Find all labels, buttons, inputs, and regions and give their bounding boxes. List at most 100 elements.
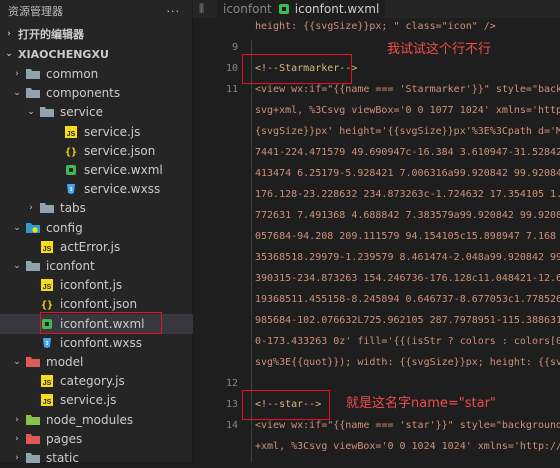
tree-item-label: config [46,220,83,235]
tree-item[interactable]: › static [0,448,204,468]
wxml-file-icon [40,318,54,330]
folder-icon [26,68,40,80]
code-line[interactable]: 12 [193,375,560,393]
svg-text:JS: JS [43,380,52,387]
code-text: <!--star--> [255,399,322,410]
code-text: 772631 7.491368 4.688842 7.383579a99.920… [255,210,560,221]
tree-item-label: iconfont.wxss [60,335,142,350]
tree-item[interactable]: 3 iconfont.wxss [0,333,218,353]
code-text: 057684-94.208 209.111579 94.154105c15.89… [255,231,560,242]
tree-item[interactable]: JS actError.js [0,237,218,257]
tree-item-label: service.js [84,124,141,139]
js-file-icon: JS [40,394,54,407]
svg-text:JS: JS [43,246,52,253]
folder-icon [40,202,54,214]
open-editors-section[interactable]: › 打开的编辑器 [0,24,196,44]
tree-item-label: service.wxss [84,182,161,197]
code-line[interactable]: 10 <!--Starmarker--> [193,60,560,78]
tree-item-label: iconfont.js [60,278,123,293]
project-section[interactable]: ⌄ XIAOCHENGXU [0,44,196,64]
more-actions-icon[interactable]: ··· [167,5,181,18]
tree-item[interactable]: ⌄ iconfont [0,256,204,276]
section-label: XIAOCHENGXU [18,47,109,61]
tree-item-label: service.json [84,143,156,158]
chevron-icon: ⌄ [13,261,21,271]
tree-item[interactable]: ⌄ config [0,218,204,238]
tree-item[interactable]: JS iconfont.js [0,275,218,295]
code-text: <view wx:if="{{name === 'Starmarker'}}" … [255,84,560,95]
tree-item[interactable]: ⌄ components [0,83,204,103]
tree-item[interactable]: {} iconfont.json [0,294,218,314]
code-line[interactable]: 7441-224.471579 49.690947c-16.384 3.6109… [193,144,560,162]
explorer-panel: 资源管理器 ··· › 打开的编辑器 ⌄ XIAOCHENGXU › common ⌄ com… [0,0,218,465]
tree-item[interactable]: JS category.js [0,371,218,391]
svg-text:{}: {} [65,147,77,157]
chevron-icon: › [15,433,19,444]
wxss-file-icon: 3 [40,337,54,349]
tree-item-label: iconfont.wxml [60,316,145,331]
svg-text:3: 3 [46,341,49,347]
js-file-icon: JS [40,375,54,388]
svg-text:JS: JS [43,284,52,291]
tree-item[interactable]: iconfont.wxml [0,313,218,334]
tab-label: iconfont.wxml [294,2,380,16]
tab-iconfont-wxml[interactable]: iconfont iconfont.wxml [217,0,386,18]
tree-item-label: service.wxml [84,163,163,177]
chevron-icon: › [15,414,19,425]
code-text: 7441-224.471579 49.690947c-16.384 3.6109… [255,147,560,158]
code-line[interactable]: 057684-94.208 209.111579 94.154105c15.89… [193,228,560,246]
js-file-icon: JS [40,279,54,292]
tree-item-label: model [46,355,84,369]
code-line[interactable]: 390315-234.873263 154.246736-176.128c11.… [193,270,560,288]
svg-text:3: 3 [70,187,73,193]
tree-item[interactable]: › node_modules [0,410,204,430]
code-line[interactable]: 413474 6.25179-5.928421 7.006316a99.9208… [193,165,560,183]
code-line[interactable]: 14 <view wx:if="{{name === 'star'}}" styl… [193,417,560,435]
tree-item[interactable]: › tabs [0,198,218,218]
code-line[interactable]: 19368511.455158-8.245894 0.646737-8.6770… [193,291,560,309]
code-line[interactable]: +xml, %3Csvg viewBox='0 0 1024 1024' xml… [193,438,560,456]
pages-folder-icon [26,433,40,445]
wxss-file-icon: 3 [64,183,78,195]
code-line[interactable]: 772631 7.491368 4.688842 7.383579a99.920… [193,207,560,225]
tree-item[interactable]: ⌄ model [0,352,204,372]
code-line[interactable]: {svgSize}}px' height='{{svgSize}}px'%3E%… [193,123,560,141]
code-line[interactable]: 35368518.29979-1.239579 8.461474-2.048a9… [193,249,560,267]
json-file-icon: {} [64,145,78,157]
section-label: 打开的编辑器 [18,28,84,41]
code-line[interactable]: svg+xml, %3Csvg viewBox='0 0 1077 1024' … [193,102,560,120]
chevron-icon: › [29,203,33,214]
split-icon[interactable]: ⫼ [199,2,204,16]
json-file-icon: {} [40,298,54,310]
model-folder-icon [26,356,40,368]
editor-area: ⫼ iconfont iconfont.wxml height: {{svgSi… [193,0,560,462]
code-line[interactable]: 9 [193,39,560,57]
code-line[interactable]: 176.128-23.228632 234.873263c-1.724632 1… [193,186,560,204]
tree-item[interactable]: › common [0,64,204,84]
code-text: <!--Starmarker--> [255,63,358,74]
code-line[interactable]: height: {{svgSize}}px; " class="icon" /> [193,18,560,36]
tree-item-label: common [46,67,99,81]
tree-item-label: pages [46,431,83,446]
tree-item[interactable]: ⌄ service [0,102,218,122]
tree-item[interactable]: JS service.js [0,390,218,410]
folder-icon [26,452,40,464]
annotation-note-1: 我试试这个行不行 [387,42,492,57]
explorer-title: 资源管理器 [8,5,63,18]
line-number: 9 [231,42,238,53]
svg-text:JS: JS [43,399,52,406]
code-line[interactable]: 11 <view wx:if="{{name === 'Starmarker'}}… [193,81,560,99]
wxml-file-icon [278,3,290,15]
code-line[interactable]: 0-173.433263 0z' fill='{{(isStr ? colors… [193,333,560,351]
chevron-icon: ⌄ [27,107,35,118]
tree-item[interactable]: › pages [0,429,204,449]
code-text: 390315-234.873263 154.246736-176.128c11.… [255,273,560,284]
code-line[interactable]: 985684-102.076632L725.962105 287.7978951… [193,312,560,330]
code-text: 985684-102.076632L725.962105 287.7978951… [255,315,560,326]
code-line[interactable]: svg%3E{{quot}}); width: {{svgSize}}px; h… [193,354,560,372]
code-text: height: {{svgSize}}px; " class="icon" /> [255,21,496,32]
line-number: 14 [225,420,238,431]
code-text: <view wx:if="{{name === 'star'}}" style=… [255,420,560,431]
folder-icon [26,260,40,272]
code-text: {svgSize}}px' height='{{svgSize}}px'%3E%… [255,126,560,137]
